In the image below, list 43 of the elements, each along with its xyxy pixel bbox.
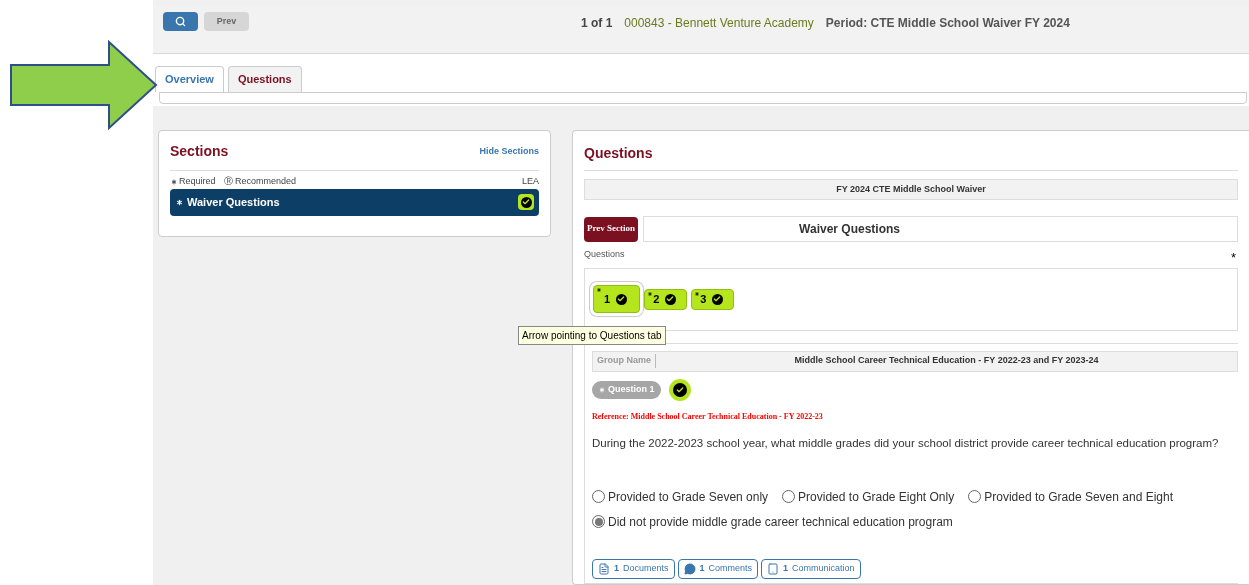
radio-button[interactable]: [592, 490, 605, 504]
phone-icon: [767, 562, 780, 575]
section-label: Waiver Questions: [187, 194, 280, 210]
reference-text: Reference: Middle School Career Technical Education - FY 2022-23: [592, 410, 824, 423]
radio-button[interactable]: [592, 515, 605, 529]
tooltip: Arrow pointing to Questions tab: [518, 326, 666, 345]
hide-sections-link[interactable]: Hide Sections: [479, 144, 539, 159]
tab[interactable]: Overview: [155, 66, 224, 92]
waiver-banner: FY 2024 CTE Middle School Waiver: [584, 179, 1238, 200]
organization-text: 000843 - Bennett Venture Academy: [624, 15, 814, 32]
question-button[interactable]: 2: [644, 288, 688, 310]
section-item[interactable]: Waiver Questions: [170, 188, 539, 216]
attachment-button[interactable]: 1 Communication: [761, 558, 861, 579]
document-icon: [598, 562, 610, 575]
sections-title: Sections: [170, 142, 229, 161]
radio-button[interactable]: [968, 490, 982, 504]
radio-option[interactable]: Provided to Grade Eight Only: [782, 487, 955, 506]
radio-option[interactable]: Provided to Grade Seven and Eight: [968, 487, 1173, 506]
required-legend: Required: [179, 175, 216, 189]
radio-button[interactable]: [782, 490, 796, 504]
question-badge: Question 1: [592, 380, 661, 399]
search-icon: [175, 16, 186, 27]
recommended-legend: Ⓡ Recommended: [223, 175, 297, 189]
search-button[interactable]: [163, 12, 198, 31]
questions-title: Questions: [584, 145, 653, 161]
speech-bubble-icon: [683, 562, 696, 575]
tab[interactable]: Questions: [227, 66, 302, 92]
question-button[interactable]: 3: [691, 288, 735, 310]
pager-text: 1 of 1: [581, 15, 613, 32]
questions-label: Questions: [584, 248, 625, 261]
prev-section-button[interactable]: Prev Section: [584, 216, 639, 242]
group-label: Group Name: [593, 354, 656, 368]
period-text: Period: CTE Middle School Waiver FY 2024: [825, 15, 1070, 32]
prev-button[interactable]: Prev: [204, 12, 249, 31]
lea-column-label: LEA: [522, 175, 539, 188]
attachment-button[interactable]: 1 Documents: [592, 558, 675, 579]
question-text: During the 2022-2023 school year, what middle grades did your school district provide career technical education program?: [592, 435, 1219, 451]
attachment-button[interactable]: 1 Comments: [677, 558, 759, 579]
radio-option[interactable]: Provided to Grade Seven only: [592, 487, 769, 506]
radio-option[interactable]: Did not provide middle grade career technical education program: [592, 512, 953, 531]
required-mark: *: [1230, 249, 1236, 267]
group-name: Middle School Career Technical Education - FY 2022-23 and FY 2023-24: [793, 354, 1100, 368]
section-title-bar: Waiver Questions: [643, 216, 1238, 242]
